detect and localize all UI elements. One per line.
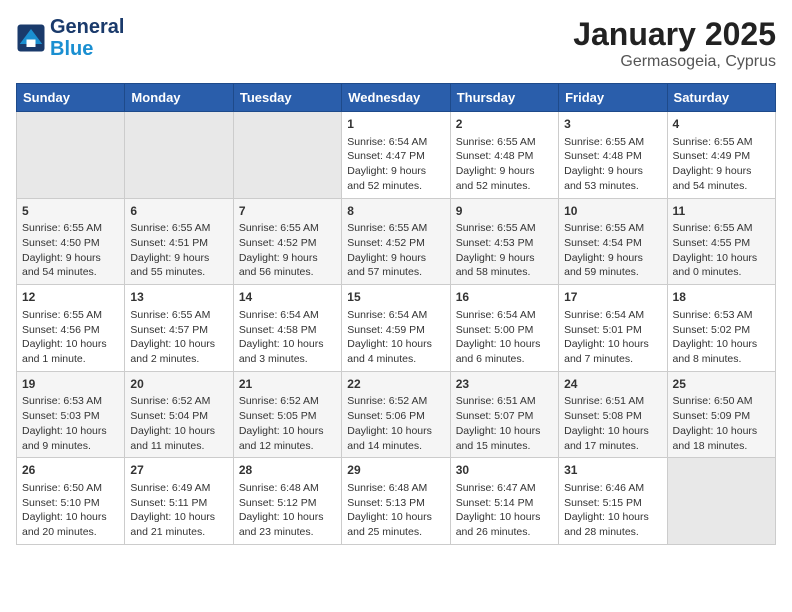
day-number: 20: [130, 376, 227, 393]
main-title: January 2025: [573, 16, 776, 53]
calendar-cell: 19Sunrise: 6:53 AMSunset: 5:03 PMDayligh…: [17, 371, 125, 458]
day-number: 3: [564, 116, 661, 133]
day-number: 25: [673, 376, 770, 393]
calendar-cell: 31Sunrise: 6:46 AMSunset: 5:15 PMDayligh…: [559, 458, 667, 545]
calendar-cell: 25Sunrise: 6:50 AMSunset: 5:09 PMDayligh…: [667, 371, 775, 458]
day-number: 23: [456, 376, 553, 393]
day-number: 18: [673, 289, 770, 306]
day-number: 31: [564, 462, 661, 479]
calendar-cell: 13Sunrise: 6:55 AMSunset: 4:57 PMDayligh…: [125, 285, 233, 372]
day-number: 13: [130, 289, 227, 306]
calendar-cell: [125, 112, 233, 199]
calendar-table: SundayMondayTuesdayWednesdayThursdayFrid…: [16, 83, 776, 545]
calendar-cell: 20Sunrise: 6:52 AMSunset: 5:04 PMDayligh…: [125, 371, 233, 458]
day-number: 8: [347, 203, 444, 220]
title-block: January 2025 Germasogeia, Cyprus: [573, 16, 776, 71]
calendar-cell: 29Sunrise: 6:48 AMSunset: 5:13 PMDayligh…: [342, 458, 450, 545]
day-number: 12: [22, 289, 119, 306]
calendar-cell: 8Sunrise: 6:55 AMSunset: 4:52 PMDaylight…: [342, 198, 450, 285]
calendar-week-row: 12Sunrise: 6:55 AMSunset: 4:56 PMDayligh…: [17, 285, 776, 372]
day-header-friday: Friday: [559, 84, 667, 112]
calendar-cell: 16Sunrise: 6:54 AMSunset: 5:00 PMDayligh…: [450, 285, 558, 372]
calendar-cell: [233, 112, 341, 199]
day-number: 30: [456, 462, 553, 479]
day-number: 24: [564, 376, 661, 393]
day-number: 7: [239, 203, 336, 220]
calendar-cell: 22Sunrise: 6:52 AMSunset: 5:06 PMDayligh…: [342, 371, 450, 458]
page-header: GeneralBlue January 2025 Germasogeia, Cy…: [16, 16, 776, 71]
calendar-cell: 5Sunrise: 6:55 AMSunset: 4:50 PMDaylight…: [17, 198, 125, 285]
day-number: 14: [239, 289, 336, 306]
calendar-cell: 2Sunrise: 6:55 AMSunset: 4:48 PMDaylight…: [450, 112, 558, 199]
logo: GeneralBlue: [16, 16, 124, 60]
day-number: 10: [564, 203, 661, 220]
day-number: 6: [130, 203, 227, 220]
day-number: 26: [22, 462, 119, 479]
calendar-cell: 18Sunrise: 6:53 AMSunset: 5:02 PMDayligh…: [667, 285, 775, 372]
day-number: 29: [347, 462, 444, 479]
day-header-wednesday: Wednesday: [342, 84, 450, 112]
calendar-cell: 15Sunrise: 6:54 AMSunset: 4:59 PMDayligh…: [342, 285, 450, 372]
calendar-cell: 9Sunrise: 6:55 AMSunset: 4:53 PMDaylight…: [450, 198, 558, 285]
calendar-week-row: 1Sunrise: 6:54 AMSunset: 4:47 PMDaylight…: [17, 112, 776, 199]
calendar-header-row: SundayMondayTuesdayWednesdayThursdayFrid…: [17, 84, 776, 112]
day-header-sunday: Sunday: [17, 84, 125, 112]
day-number: 21: [239, 376, 336, 393]
calendar-cell: 26Sunrise: 6:50 AMSunset: 5:10 PMDayligh…: [17, 458, 125, 545]
day-number: 5: [22, 203, 119, 220]
day-number: 2: [456, 116, 553, 133]
day-header-saturday: Saturday: [667, 84, 775, 112]
calendar-cell: [667, 458, 775, 545]
calendar-cell: 14Sunrise: 6:54 AMSunset: 4:58 PMDayligh…: [233, 285, 341, 372]
calendar-cell: 27Sunrise: 6:49 AMSunset: 5:11 PMDayligh…: [125, 458, 233, 545]
calendar-cell: 3Sunrise: 6:55 AMSunset: 4:48 PMDaylight…: [559, 112, 667, 199]
day-number: 22: [347, 376, 444, 393]
day-header-monday: Monday: [125, 84, 233, 112]
day-number: 17: [564, 289, 661, 306]
calendar-cell: 23Sunrise: 6:51 AMSunset: 5:07 PMDayligh…: [450, 371, 558, 458]
calendar-cell: 11Sunrise: 6:55 AMSunset: 4:55 PMDayligh…: [667, 198, 775, 285]
day-number: 9: [456, 203, 553, 220]
calendar-cell: 21Sunrise: 6:52 AMSunset: 5:05 PMDayligh…: [233, 371, 341, 458]
day-number: 11: [673, 203, 770, 220]
calendar-cell: 6Sunrise: 6:55 AMSunset: 4:51 PMDaylight…: [125, 198, 233, 285]
day-number: 4: [673, 116, 770, 133]
calendar-week-row: 19Sunrise: 6:53 AMSunset: 5:03 PMDayligh…: [17, 371, 776, 458]
calendar-cell: 17Sunrise: 6:54 AMSunset: 5:01 PMDayligh…: [559, 285, 667, 372]
logo-icon: [16, 23, 46, 53]
calendar-cell: 1Sunrise: 6:54 AMSunset: 4:47 PMDaylight…: [342, 112, 450, 199]
calendar-cell: 4Sunrise: 6:55 AMSunset: 4:49 PMDaylight…: [667, 112, 775, 199]
day-number: 16: [456, 289, 553, 306]
logo-text: GeneralBlue: [50, 16, 124, 60]
calendar-week-row: 5Sunrise: 6:55 AMSunset: 4:50 PMDaylight…: [17, 198, 776, 285]
day-number: 28: [239, 462, 336, 479]
calendar-cell: 30Sunrise: 6:47 AMSunset: 5:14 PMDayligh…: [450, 458, 558, 545]
day-number: 1: [347, 116, 444, 133]
calendar-cell: 12Sunrise: 6:55 AMSunset: 4:56 PMDayligh…: [17, 285, 125, 372]
day-number: 19: [22, 376, 119, 393]
subtitle: Germasogeia, Cyprus: [573, 53, 776, 71]
day-number: 27: [130, 462, 227, 479]
day-number: 15: [347, 289, 444, 306]
calendar-cell: 24Sunrise: 6:51 AMSunset: 5:08 PMDayligh…: [559, 371, 667, 458]
calendar-cell: 7Sunrise: 6:55 AMSunset: 4:52 PMDaylight…: [233, 198, 341, 285]
calendar-week-row: 26Sunrise: 6:50 AMSunset: 5:10 PMDayligh…: [17, 458, 776, 545]
calendar-cell: 28Sunrise: 6:48 AMSunset: 5:12 PMDayligh…: [233, 458, 341, 545]
calendar-cell: [17, 112, 125, 199]
day-header-tuesday: Tuesday: [233, 84, 341, 112]
day-header-thursday: Thursday: [450, 84, 558, 112]
calendar-cell: 10Sunrise: 6:55 AMSunset: 4:54 PMDayligh…: [559, 198, 667, 285]
